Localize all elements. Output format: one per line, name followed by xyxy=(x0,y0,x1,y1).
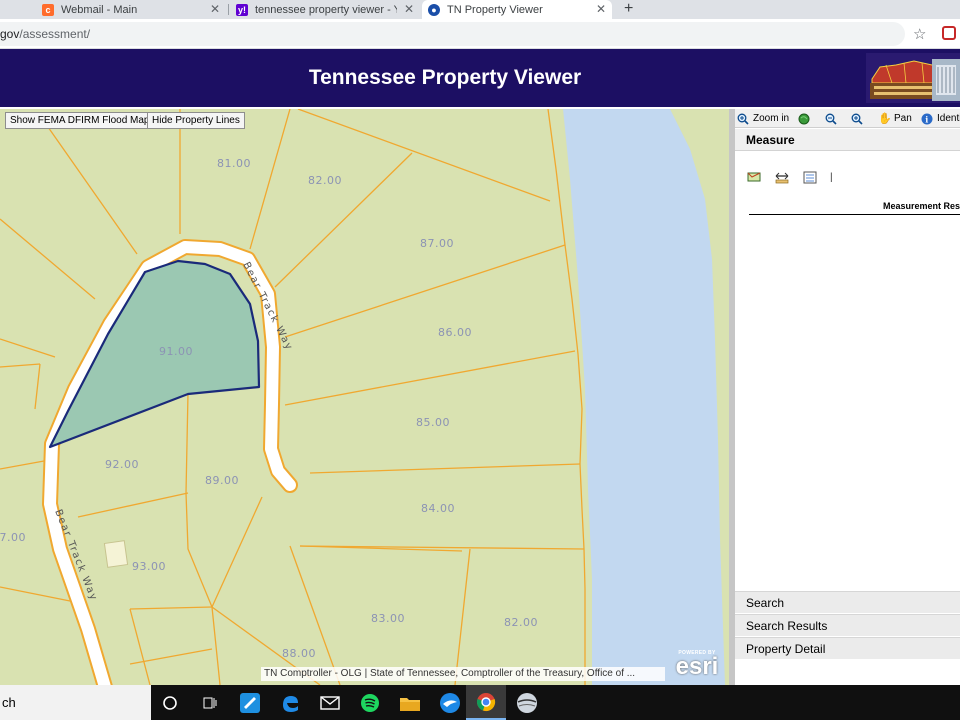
spotify-icon xyxy=(361,693,379,712)
parcel-label: 83.00 xyxy=(371,612,405,625)
disk-app-icon xyxy=(517,692,537,713)
extension-shield-icon[interactable] xyxy=(942,26,956,40)
parcel-label: 91.00 xyxy=(159,345,193,358)
url-path: /assessment/ xyxy=(19,27,91,41)
windows-taskbar: ch xyxy=(0,685,960,720)
url-input[interactable]: gov/assessment/ xyxy=(0,22,905,46)
pan-hand-icon: ✋ xyxy=(878,112,892,125)
selected-parcel-91 xyxy=(48,259,261,449)
zoom-prev-icon xyxy=(825,113,837,125)
zoom-next-icon xyxy=(851,113,863,125)
bird-app-icon xyxy=(440,692,460,713)
browser-tab-strip: c Webmail - Main ✕ y! tennessee property… xyxy=(0,0,960,19)
measure-area-icon[interactable] xyxy=(746,170,762,184)
taskbar-app-drawing[interactable] xyxy=(230,685,270,720)
zoom-in-label: Zoom in xyxy=(753,113,790,124)
tab-webmail[interactable]: c Webmail - Main ✕ xyxy=(36,0,226,19)
taskbar-search-input[interactable]: ch xyxy=(0,685,151,720)
page-title: Tennessee Property Viewer xyxy=(308,66,582,89)
yahoo-icon: y! xyxy=(236,3,248,16)
property-lines-button[interactable]: Hide Property Lines xyxy=(147,112,245,129)
folder-icon xyxy=(400,697,420,711)
flood-map-button[interactable]: Show FEMA DFIRM Flood Map xyxy=(5,112,155,129)
parcel-label: 92.00 xyxy=(105,458,139,471)
cortana-circle-icon xyxy=(163,695,177,710)
tab-title: Webmail - Main xyxy=(61,3,138,16)
tab-separator xyxy=(228,4,229,15)
parcel-label: 85.00 xyxy=(416,416,450,429)
globe-extent-icon xyxy=(798,113,810,125)
chrome-icon xyxy=(476,692,496,711)
esri-brand-text: esri xyxy=(675,653,719,680)
cpanel-icon: c xyxy=(42,3,54,16)
measure-tools: | xyxy=(746,169,833,185)
zoom-in-icon xyxy=(737,113,749,125)
taskbar-app-disk[interactable] xyxy=(507,685,547,720)
identify-label: Identi xyxy=(937,113,960,124)
parcel-label: 93.00 xyxy=(132,560,166,573)
identify-icon: i xyxy=(921,113,933,125)
globe-icon: ● xyxy=(428,3,440,16)
close-icon[interactable]: ✕ xyxy=(596,2,606,16)
parcel-label: 81.00 xyxy=(217,157,251,170)
taskbar-app-spotify[interactable] xyxy=(350,685,390,720)
task-view-icon xyxy=(203,697,217,708)
tab-tn-property-viewer[interactable]: ● TN Property Viewer ✕ xyxy=(422,0,612,19)
zoom-previous-button[interactable] xyxy=(825,111,841,126)
pan-button[interactable]: ✋ Pan xyxy=(878,111,912,126)
tab-title: TN Property Viewer xyxy=(447,3,543,16)
river-water xyxy=(563,109,725,685)
pan-label: Pan xyxy=(894,113,912,124)
tab-yahoo-search[interactable]: y! tennessee property viewer - Yaho ✕ xyxy=(230,0,420,19)
map-canvas[interactable]: 81.00 82.00 87.00 86.00 91.00 85.00 92.0… xyxy=(0,109,729,685)
taskbar-app-file-explorer[interactable] xyxy=(390,685,430,720)
measurement-result-header: Measurement Res xyxy=(749,201,960,215)
parcel-label: 82.00 xyxy=(308,174,342,187)
map-view[interactable]: 81.00 82.00 87.00 86.00 91.00 85.00 92.0… xyxy=(0,109,729,685)
close-icon[interactable]: ✕ xyxy=(404,2,414,16)
parcel-label: 86.00 xyxy=(438,326,472,339)
building-footprint xyxy=(103,540,129,568)
tools-panel: Zoom in ✋ Pan i Identi Measure | Measure… xyxy=(735,109,960,685)
zoom-in-button[interactable]: Zoom in xyxy=(737,111,789,126)
address-bar: gov/assessment/ ☆ xyxy=(0,19,960,49)
accordion-search-results[interactable]: Search Results xyxy=(735,614,960,636)
full-extent-button[interactable] xyxy=(798,111,814,126)
parcel-label: 84.00 xyxy=(421,502,455,515)
edge-browser-icon xyxy=(283,695,298,712)
esri-logo[interactable]: POWERED BY esri xyxy=(670,650,724,682)
measure-header[interactable]: Measure xyxy=(735,129,960,151)
zoom-next-button[interactable] xyxy=(851,111,867,126)
parcel-label: 82.00 xyxy=(504,616,538,629)
measure-distance-icon[interactable] xyxy=(774,170,790,184)
cortana-button[interactable] xyxy=(150,685,190,720)
accordion-search[interactable]: Search xyxy=(735,591,960,613)
task-view-button[interactable] xyxy=(190,685,230,720)
parcel-label: 89.00 xyxy=(205,474,239,487)
close-icon[interactable]: ✕ xyxy=(210,2,220,16)
measure-location-icon[interactable] xyxy=(802,170,818,184)
app-header: Tennessee Property Viewer xyxy=(0,49,960,107)
measure-unit-cursor: | xyxy=(830,171,833,183)
svg-text:i: i xyxy=(925,114,928,124)
tab-title: tennessee property viewer - Yaho xyxy=(255,3,397,16)
tennessee-state-logo xyxy=(866,53,960,103)
taskbar-app-bird[interactable] xyxy=(430,685,470,720)
accordion-property-detail[interactable]: Property Detail xyxy=(735,637,960,659)
taskbar-app-mail[interactable] xyxy=(310,685,350,720)
parcel-label: 88.00 xyxy=(282,647,316,660)
new-tab-button[interactable]: + xyxy=(624,0,633,19)
parcel-label: 87.00 xyxy=(0,531,26,544)
star-icon[interactable]: ☆ xyxy=(913,25,926,43)
url-host: gov xyxy=(0,27,20,41)
drawing-app-icon xyxy=(240,692,260,713)
map-attribution: TN Comptroller - OLG | State of Tennesse… xyxy=(261,667,665,681)
identify-button[interactable]: i Identi xyxy=(921,111,960,126)
parcel-label: 87.00 xyxy=(420,237,454,250)
taskbar-app-chrome[interactable] xyxy=(466,685,506,720)
mail-icon xyxy=(320,695,340,710)
taskbar-app-edge[interactable] xyxy=(270,685,310,720)
map-toolbar: Zoom in ✋ Pan i Identi xyxy=(735,109,960,128)
